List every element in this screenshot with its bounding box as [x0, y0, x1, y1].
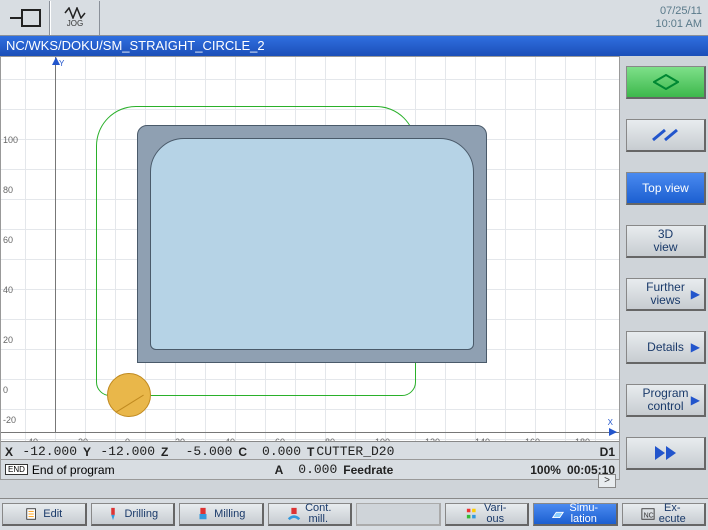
chevron-right-icon: ▶ [691, 394, 700, 407]
x-axis-letter: X [608, 418, 613, 427]
fast-forward-button[interactable] [626, 437, 706, 470]
contour-mill-icon [287, 507, 301, 521]
contour-mill-button[interactable]: Cont. mill. [268, 503, 353, 526]
further-views-button[interactable]: Further views▶ [626, 278, 706, 311]
y-tick: 0 [3, 385, 8, 395]
main-area: Y X 100 80 60 40 20 0 -20 -40 -20 0 20 4… [0, 56, 708, 480]
clock: 07/25/11 10:01 AM [656, 5, 708, 31]
c-value: 0.000 [247, 444, 307, 459]
jog-label: JOG [67, 19, 83, 28]
a-value: 0.000 [283, 462, 343, 477]
simulation-button[interactable]: Simu- lation [533, 503, 618, 526]
y-axis-letter: Y [59, 59, 64, 68]
3d-view-button[interactable]: 3D view [626, 225, 706, 258]
finished-contour [150, 138, 474, 350]
mill-icon [196, 507, 210, 521]
chevron-right-icon: ▶ [691, 341, 700, 354]
edit-icon [25, 507, 39, 521]
diamond-icon [653, 74, 679, 90]
chevron-right-icon: ▶ [691, 288, 700, 301]
y-tick: -20 [3, 415, 16, 425]
program-path: NC/WKS/DOKU/SM_STRAIGHT_CIRCLE_2 [0, 36, 708, 56]
program-control-button[interactable]: Program control▶ [626, 384, 706, 417]
simulation-icon [551, 507, 565, 521]
blank-softkey [356, 503, 441, 526]
x-label: X [5, 445, 13, 459]
date: 07/25/11 [656, 5, 702, 18]
tool-name: CUTTER_D20 [314, 444, 400, 459]
simulation-viewport[interactable]: Y X 100 80 60 40 20 0 -20 -40 -20 0 20 4… [0, 56, 620, 480]
end-tag: END [5, 464, 28, 475]
cutter-icon [107, 373, 151, 417]
stock-shape [137, 125, 487, 363]
y-tick: 60 [3, 235, 13, 245]
x-arrow-icon [609, 428, 617, 436]
horizontal-softkeys: Edit Drilling Milling Cont. mill. Vari- … [0, 498, 708, 530]
edit-button[interactable]: Edit [2, 503, 87, 526]
execute-button[interactable]: NC Ex- ecute [622, 503, 707, 526]
parallel-view-button[interactable] [626, 119, 706, 152]
details-button[interactable]: Details▶ [626, 331, 706, 364]
y-tick: 100 [3, 135, 18, 145]
x-value: -12.000 [13, 444, 83, 459]
drill-icon [106, 507, 120, 521]
y-tick: 40 [3, 285, 13, 295]
time: 10:01 AM [656, 18, 702, 31]
vertical-softkeys: Top view 3D view Further views▶ Details▶… [620, 56, 708, 480]
c-label: C [238, 445, 247, 459]
jog-mode-button[interactable]: JOG [50, 1, 100, 35]
axis-readout-row: X -12.000 Y -12.000 Z -5.000 C 0.000 T C… [1, 441, 619, 461]
various-icon [466, 507, 480, 521]
y-value: -12.000 [91, 444, 161, 459]
drilling-button[interactable]: Drilling [91, 503, 176, 526]
end-message: End of program [32, 463, 115, 477]
top-view-button[interactable]: Top view [626, 172, 706, 205]
nc-icon: NC [641, 507, 655, 521]
z-value: -5.000 [168, 444, 238, 459]
y-label: Y [83, 445, 91, 459]
various-button[interactable]: Vari- ous [445, 503, 530, 526]
parallel-lines-icon [651, 128, 681, 142]
top-bar: JOG 07/25/11 10:01 AM [0, 0, 708, 36]
feed-label: Feedrate [343, 463, 393, 477]
y-tick: 80 [3, 185, 13, 195]
scroll-right-button[interactable]: > [598, 474, 616, 488]
svg-text:NC: NC [643, 513, 653, 520]
override: 100% [530, 463, 561, 477]
machine-mode-icon[interactable] [0, 1, 50, 35]
fast-forward-icon [655, 446, 676, 460]
a-label: A [275, 463, 284, 477]
y-tick: 20 [3, 335, 13, 345]
x-axis [1, 432, 619, 433]
program-status-row: END End of program A 0.000 Feedrate 100%… [1, 459, 619, 479]
cycle-start-button[interactable] [626, 66, 706, 99]
t-label: T [307, 445, 314, 459]
d-label: D1 [600, 445, 615, 459]
z-label: Z [161, 445, 168, 459]
y-axis [55, 57, 56, 433]
milling-button[interactable]: Milling [179, 503, 264, 526]
